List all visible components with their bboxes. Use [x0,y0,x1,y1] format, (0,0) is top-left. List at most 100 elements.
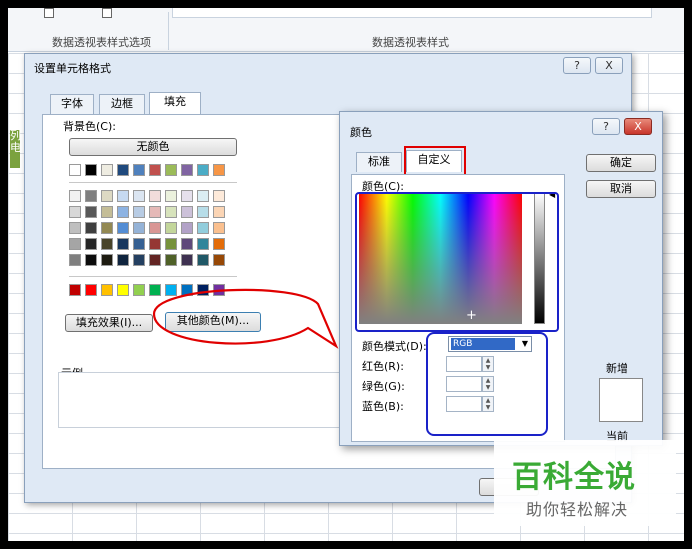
color-swatch[interactable] [165,164,177,176]
color-swatch[interactable] [181,190,193,202]
ribbon-separator [168,12,169,50]
color-swatch[interactable] [101,254,113,266]
ribbon: 数据透视表样式选项 数据透视表样式 [8,8,684,52]
color-swatch[interactable] [117,254,129,266]
color-swatch[interactable] [101,222,113,234]
custom-tab-highlight [404,146,466,176]
color-swatch[interactable] [213,164,225,176]
color-swatch[interactable] [181,254,193,266]
color-swatch[interactable] [85,222,97,234]
tab-border[interactable]: 边框 [99,94,145,114]
color-swatch[interactable] [133,238,145,250]
color-swatch[interactable] [149,190,161,202]
color-swatch[interactable] [197,164,209,176]
color-swatch[interactable] [181,222,193,234]
color-swatch[interactable] [69,284,81,296]
color-swatch[interactable] [133,190,145,202]
color-swatch[interactable] [69,206,81,218]
blue-label: 蓝色(B): [362,400,404,413]
no-color-button[interactable]: 无颜色 [69,138,237,156]
color-swatch[interactable] [101,206,113,218]
spectrum-highlight [355,192,559,332]
color-swatch[interactable] [69,254,81,266]
color-swatch[interactable] [85,254,97,266]
color-swatch[interactable] [117,164,129,176]
color-swatch[interactable] [101,284,113,296]
color-swatch[interactable] [197,190,209,202]
color-swatch[interactable] [197,254,209,266]
color-swatch[interactable] [133,206,145,218]
color-swatch[interactable] [133,254,145,266]
new-color-label: 新增 [606,362,628,375]
tab-standard[interactable]: 标准 [356,152,402,172]
color-swatch[interactable] [85,206,97,218]
color-swatch[interactable] [213,254,225,266]
cancel-button[interactable]: 取消 [586,180,656,198]
watermark-title: 百科全说 [512,460,636,495]
color-swatch[interactable] [85,190,97,202]
color-swatch[interactable] [197,206,209,218]
red-label: 红色(R): [362,360,404,373]
green-label: 绿色(G): [362,380,405,393]
color-swatch[interactable] [213,206,225,218]
color-swatch[interactable] [101,164,113,176]
color-swatch[interactable] [85,284,97,296]
ribbon-checkbox-2[interactable] [102,8,112,18]
color-swatch[interactable] [117,284,129,296]
close-button[interactable]: X [595,57,623,74]
app-window: 数据透视表样式选项 数据透视表样式 列 电 设置单元格格式 ? X 字体 边框 … [8,8,684,541]
color-swatch[interactable] [181,238,193,250]
fill-effects-button[interactable]: 填充效果(I)... [65,314,153,332]
color-swatch[interactable] [69,190,81,202]
color-dialog: 颜色 ? X 标准 自定义 颜色(C): + ◀ 颜色模式(D): RGB ▼ … [339,111,663,446]
color-swatch[interactable] [69,222,81,234]
color-swatch[interactable] [213,190,225,202]
watermark-logo: 百科全说 助你轻松解决 [494,440,676,526]
color-swatch[interactable] [133,222,145,234]
color-swatch[interactable] [101,190,113,202]
help-button[interactable]: ? [563,57,591,74]
color-swatch[interactable] [117,190,129,202]
ribbon-checkbox[interactable] [44,8,54,18]
tab-font[interactable]: 字体 [50,94,94,114]
color-swatch[interactable] [117,222,129,234]
color-swatch[interactable] [181,206,193,218]
dialog-title: 设置单元格格式 [34,62,111,75]
color-swatch[interactable] [165,238,177,250]
cell-text: 电 [10,141,21,154]
color-swatch[interactable] [149,164,161,176]
color-swatch[interactable] [69,238,81,250]
color-swatch[interactable] [101,238,113,250]
color-swatch[interactable] [165,254,177,266]
dialog-title: 颜色 [350,126,372,139]
help-button[interactable]: ? [592,118,620,135]
color-swatch[interactable] [197,238,209,250]
color-swatch[interactable] [117,238,129,250]
style-gallery[interactable] [172,8,652,18]
ok-button[interactable]: 确定 [586,154,656,172]
color-swatch[interactable] [133,164,145,176]
color-swatch[interactable] [213,222,225,234]
color-swatch[interactable] [165,206,177,218]
color-swatch[interactable] [117,206,129,218]
color-swatch[interactable] [197,222,209,234]
color-swatch[interactable] [149,206,161,218]
color-swatch[interactable] [85,164,97,176]
tab-fill[interactable]: 填充 [149,92,201,114]
color-swatch[interactable] [213,238,225,250]
sheet-cell-highlight[interactable]: 列 电 [10,130,21,168]
color-swatch[interactable] [165,190,177,202]
close-button[interactable]: X [624,118,652,135]
color-swatch[interactable] [149,254,161,266]
color-swatch[interactable] [181,164,193,176]
color-swatch[interactable] [149,222,161,234]
dialog-titlebar[interactable]: 设置单元格格式 ? X [25,54,631,78]
ribbon-options-row [38,8,138,20]
color-swatch[interactable] [133,284,145,296]
new-color-preview [599,378,643,422]
color-swatch[interactable] [69,164,81,176]
color-swatch[interactable] [149,238,161,250]
color-swatch[interactable] [165,222,177,234]
color-swatch[interactable] [85,238,97,250]
background-color-label: 背景色(C): [63,120,116,133]
